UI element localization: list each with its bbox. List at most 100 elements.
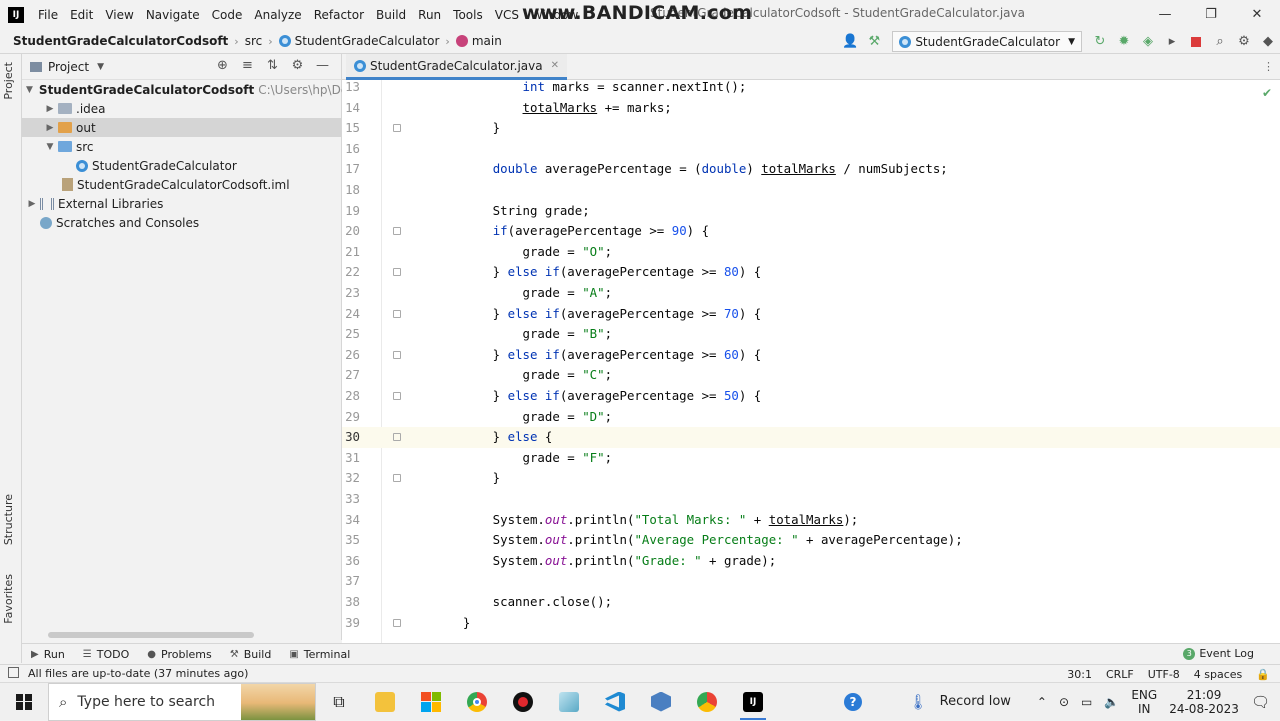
fold-marker-icon[interactable] [393, 309, 401, 318]
expand-all-icon[interactable]: ≡ [235, 58, 260, 73]
tree-item[interactable]: ▶ .idea [22, 99, 341, 118]
indent-setting[interactable]: 4 spaces [1187, 668, 1250, 681]
gear-icon[interactable]: ⚙ [1232, 31, 1256, 53]
run-configuration-select[interactable]: StudentGradeCalculator ▼ [892, 31, 1082, 52]
tab-todo[interactable]: ☰ TODO [74, 648, 138, 661]
code-line[interactable]: 16 [342, 139, 1280, 160]
fold-marker-icon[interactable] [393, 618, 401, 627]
maximize-button[interactable]: ❐ [1188, 0, 1234, 29]
code-line[interactable]: 24 } else if(averagePercentage >= 70) { [342, 304, 1280, 325]
project-panel-title[interactable]: Project [48, 60, 89, 74]
code-line[interactable]: 26 } else if(averagePercentage >= 60) { [342, 345, 1280, 366]
lock-icon[interactable]: 🔒 [1249, 668, 1280, 681]
code-line[interactable]: 38 scanner.close(); [342, 592, 1280, 613]
tree-item[interactable]: ▶ out [22, 118, 341, 137]
search-icon[interactable]: ⌕ [1208, 31, 1232, 53]
code-line[interactable]: 36 System.out.println("Grade: " + grade)… [342, 551, 1280, 572]
bandicam-record-icon[interactable] [500, 683, 546, 721]
task-view-icon[interactable]: ⧉ [316, 683, 362, 721]
minimize-button[interactable]: — [1142, 0, 1188, 29]
menu-view[interactable]: View [99, 8, 139, 22]
tab-project-vertical[interactable]: Project [2, 62, 15, 100]
collapse-all-icon[interactable]: ⇅ [260, 58, 285, 73]
code-line[interactable]: 18 [342, 180, 1280, 201]
chevron-down-icon[interactable]: ▼ [26, 85, 33, 95]
code-editor[interactable]: 13 int marks = scanner.nextInt(); 14 tota… [342, 80, 1280, 643]
tree-item[interactable]: StudentGradeCalculatorCodsoft.iml [22, 175, 341, 194]
breadcrumb-method[interactable]: main [452, 34, 506, 48]
plugin-icon[interactable]: ◆ [1256, 31, 1280, 53]
coverage-icon[interactable]: ◈ [1136, 31, 1160, 53]
code-line[interactable]: 27 grade = "C"; [342, 365, 1280, 386]
tab-structure-vertical[interactable]: Structure [2, 494, 15, 545]
speaker-icon[interactable]: 🔈 [1098, 695, 1125, 709]
network-icon[interactable]: ⊙ [1053, 695, 1075, 709]
close-tab-icon[interactable]: ✕ [551, 60, 559, 71]
code-line[interactable]: 14 totalMarks += marks; [342, 98, 1280, 119]
menu-edit[interactable]: Edit [64, 8, 99, 22]
gear-icon[interactable]: ⚙ [285, 58, 310, 73]
code-line[interactable]: 35 System.out.println("Average Percentag… [342, 530, 1280, 551]
fold-marker-icon[interactable] [393, 474, 401, 483]
locate-icon[interactable]: ⊕ [210, 58, 235, 73]
chevron-right-icon[interactable]: ▶ [26, 199, 38, 209]
tree-item[interactable]: Scratches and Consoles [22, 213, 341, 232]
hide-icon[interactable]: — [310, 58, 335, 73]
fold-marker-icon[interactable] [393, 124, 401, 133]
app-hexagon-icon[interactable] [638, 683, 684, 721]
code-line[interactable]: 15 } [342, 118, 1280, 139]
chevron-down-icon[interactable]: ▼ [44, 142, 56, 152]
menu-code[interactable]: Code [206, 8, 249, 22]
tree-item[interactable]: ▼ src [22, 137, 341, 156]
menu-run[interactable]: Run [412, 8, 447, 22]
close-window-button[interactable]: ✕ [1234, 0, 1280, 29]
language-indicator[interactable]: ENG IN [1125, 688, 1163, 716]
chevron-right-icon[interactable]: ▶ [44, 104, 56, 114]
horizontal-scrollbar[interactable] [48, 632, 254, 638]
code-line[interactable]: 17 double averagePercentage = (double) t… [342, 159, 1280, 180]
file-encoding[interactable]: UTF-8 [1141, 668, 1187, 681]
rerun-icon[interactable]: ↻ [1088, 31, 1112, 53]
menu-refactor[interactable]: Refactor [308, 8, 370, 22]
tree-item[interactable]: ▶ External Libraries [22, 194, 341, 213]
status-message[interactable]: All files are up-to-date (37 minutes ago… [28, 667, 248, 680]
code-line[interactable]: 33 [342, 489, 1280, 510]
fold-marker-icon[interactable] [393, 268, 401, 277]
microsoft-store-icon[interactable] [408, 683, 454, 721]
profile-icon[interactable]: ▸ [1160, 31, 1184, 53]
code-line[interactable]: 29 grade = "D"; [342, 407, 1280, 428]
fold-marker-icon[interactable] [393, 350, 401, 359]
tab-run[interactable]: ▶ Run [22, 648, 74, 661]
code-line[interactable]: 23 grade = "A"; [342, 283, 1280, 304]
tab-menu-icon[interactable]: ⋮ [1263, 60, 1274, 73]
breadcrumb-src[interactable]: src [241, 34, 267, 48]
taskbar-search-input[interactable]: ⌕ Type here to search [48, 682, 316, 721]
event-log-button[interactable]: 3 Event Log [1183, 647, 1254, 660]
stop-icon[interactable] [1184, 31, 1208, 53]
build-hammer-icon[interactable]: ⚒ [862, 31, 886, 53]
vscode-icon[interactable] [592, 683, 638, 721]
caret-position[interactable]: 30:1 [1060, 668, 1099, 681]
chevron-up-icon[interactable]: ⌃ [1031, 695, 1053, 709]
menu-analyze[interactable]: Analyze [248, 8, 307, 22]
code-line[interactable]: 30 } else { [342, 427, 1280, 448]
code-line[interactable]: 20 if(averagePercentage >= 90) { [342, 221, 1280, 242]
tree-item[interactable]: StudentGradeCalculator [22, 156, 341, 175]
help-icon[interactable]: ? [830, 683, 876, 721]
code-line[interactable]: 13 int marks = scanner.nextInt(); [342, 80, 1280, 98]
code-line[interactable]: 28 } else if(averagePercentage >= 50) { [342, 386, 1280, 407]
menu-tools[interactable]: Tools [447, 8, 489, 22]
code-line[interactable]: 31 grade = "F"; [342, 448, 1280, 469]
tab-build[interactable]: ⚒ Build [221, 648, 281, 661]
intellij-taskbar-icon[interactable]: IJ [730, 683, 776, 721]
fold-marker-icon[interactable] [393, 392, 401, 400]
code-line[interactable]: 19 String grade; [342, 201, 1280, 222]
chrome-icon[interactable] [454, 683, 500, 721]
chevron-down-icon[interactable]: ▼ [97, 62, 104, 72]
breadcrumb-project[interactable]: StudentGradeCalculatorCodsoft [0, 34, 232, 48]
debug-icon[interactable]: ✹ [1112, 31, 1136, 53]
file-explorer-icon[interactable] [362, 683, 408, 721]
fold-marker-icon[interactable] [393, 433, 401, 442]
tab-favorites-vertical[interactable]: Favorites [2, 574, 15, 624]
user-icon[interactable]: 👤 [838, 31, 862, 53]
